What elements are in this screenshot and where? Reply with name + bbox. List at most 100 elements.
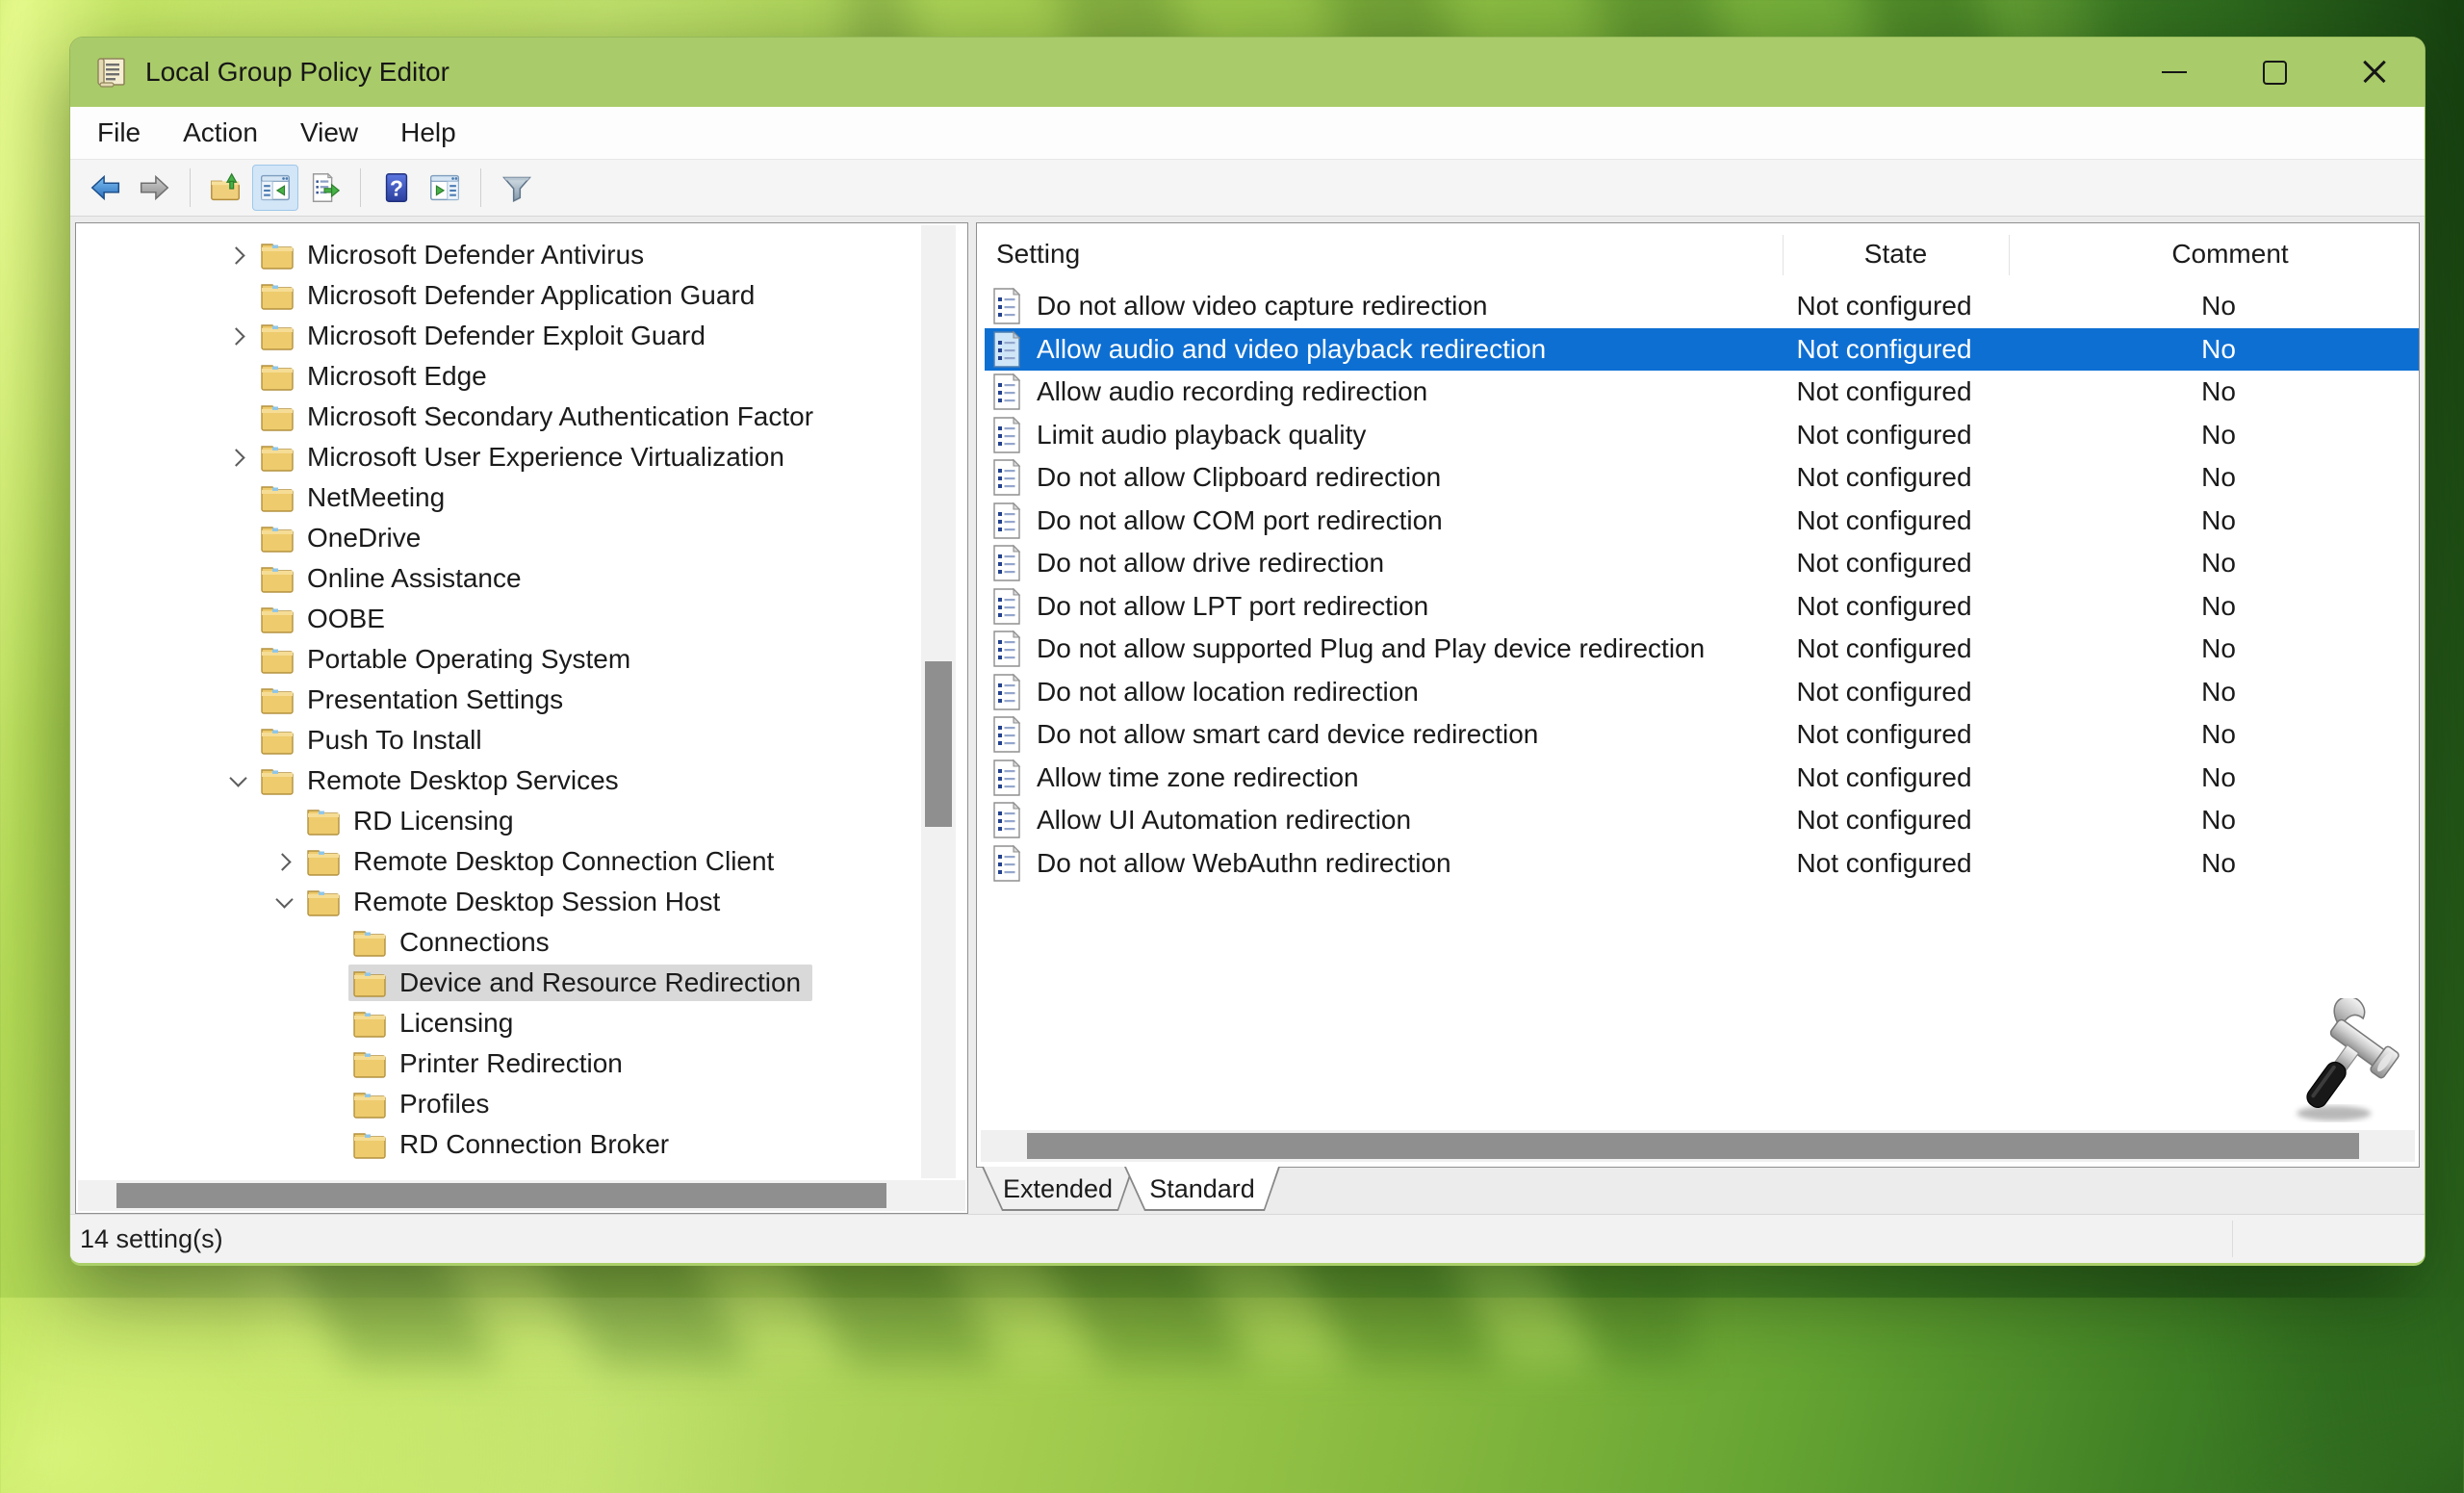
column-header-comment[interactable]: Comment	[2009, 239, 2420, 270]
chevron-icon[interactable]	[219, 451, 256, 464]
policy-setting: Do not allow smart card device redirecti…	[1023, 719, 1771, 750]
chevron-icon[interactable]	[219, 249, 256, 262]
policy-state: Not configured	[1771, 420, 1997, 450]
policy-setting: Do not allow LPT port redirection	[1023, 591, 1771, 622]
tree-item[interactable]: Device and Resource Redirection	[78, 963, 917, 1003]
close-button[interactable]	[2324, 38, 2425, 107]
title-bar[interactable]: Local Group Policy Editor	[70, 38, 2425, 107]
chevron-icon[interactable]	[266, 898, 302, 906]
tree-item[interactable]: Remote Desktop Services	[78, 760, 917, 801]
policy-row[interactable]: Limit audio playback quality Not configu…	[985, 414, 2419, 457]
export-list-button[interactable]	[302, 166, 346, 210]
menu-item[interactable]: Help	[379, 107, 477, 159]
tree-item[interactable]: Connections	[78, 922, 917, 963]
filter-button[interactable]	[495, 166, 539, 210]
policy-row[interactable]: Do not allow Clipboard redirection Not c…	[985, 456, 2419, 500]
chevron-icon[interactable]	[219, 777, 256, 785]
folder-icon	[306, 888, 341, 917]
minimize-button[interactable]	[2124, 38, 2224, 107]
help-button[interactable]: ?	[374, 166, 419, 210]
tree-item[interactable]: Online Assistance	[78, 558, 917, 599]
tree-vertical-scrollbar[interactable]	[921, 225, 956, 1178]
policy-comment: No	[1997, 334, 2420, 365]
tree-item[interactable]: Remote Desktop Connection Client	[78, 841, 917, 882]
folder-icon	[260, 322, 295, 351]
policy-state: Not configured	[1771, 762, 1997, 793]
tree-horizontal-scrollbar[interactable]	[78, 1180, 965, 1211]
policy-icon	[990, 630, 1023, 668]
tree-item[interactable]: Microsoft Secondary Authentication Facto…	[78, 397, 917, 437]
tree-item[interactable]: Microsoft User Experience Virtualization	[78, 437, 917, 477]
policy-row[interactable]: Do not allow drive redirection Not confi…	[985, 542, 2419, 585]
menu-item[interactable]: View	[279, 107, 379, 159]
view-tab[interactable]: Standard	[1124, 1167, 1280, 1211]
policy-comment: No	[1997, 719, 2420, 750]
policy-comment: No	[1997, 376, 2420, 407]
up-one-level-button[interactable]	[204, 166, 248, 210]
tree-item-label: OOBE	[307, 604, 385, 634]
show-hide-action-pane-button[interactable]	[423, 166, 467, 210]
policy-comment: No	[1997, 505, 2420, 536]
policy-row[interactable]: Do not allow WebAuthn redirection Not co…	[985, 842, 2419, 886]
tree-item[interactable]: Printer Redirection	[78, 1043, 917, 1084]
policy-row[interactable]: Allow UI Automation redirection Not conf…	[985, 799, 2419, 842]
policy-row[interactable]: Allow time zone redirection Not configur…	[985, 757, 2419, 800]
column-separator[interactable]	[2009, 235, 2010, 275]
tree-item[interactable]: OneDrive	[78, 518, 917, 558]
column-header-setting[interactable]: Setting	[977, 239, 1783, 270]
policy-row[interactable]: Allow audio recording redirection Not co…	[985, 371, 2419, 414]
show-hide-action-pane-icon	[426, 169, 463, 206]
tree-item[interactable]: Remote Desktop Session Host	[78, 882, 917, 922]
menu-bar: File Action View Help	[70, 107, 2425, 159]
menu-item[interactable]: Action	[162, 107, 279, 159]
forward-button[interactable]	[132, 166, 176, 210]
folder-icon	[352, 1009, 387, 1039]
tree-horizontal-scrollbar-thumb[interactable]	[116, 1183, 886, 1208]
tree-item[interactable]: NetMeeting	[78, 477, 917, 518]
tree-item[interactable]: Portable Operating System	[78, 639, 917, 680]
folder-icon	[260, 726, 295, 756]
column-separator[interactable]	[1783, 235, 1784, 275]
tree-item-label: Push To Install	[307, 725, 482, 756]
policy-row[interactable]: Do not allow COM port redirection Not co…	[985, 500, 2419, 543]
close-icon	[2362, 60, 2387, 85]
policy-row[interactable]: Do not allow video capture redirection N…	[985, 285, 2419, 328]
list-horizontal-scrollbar-thumb[interactable]	[1027, 1133, 2359, 1159]
tree-item[interactable]: Microsoft Defender Exploit Guard	[78, 316, 917, 356]
tree-item[interactable]: Push To Install	[78, 720, 917, 760]
view-tab[interactable]: Extended	[982, 1167, 1134, 1211]
tree-item[interactable]: Presentation Settings	[78, 680, 917, 720]
folder-icon	[260, 564, 295, 594]
tree-item[interactable]: OOBE	[78, 599, 917, 639]
chevron-icon[interactable]	[266, 856, 302, 868]
column-header-state[interactable]: State	[1783, 239, 2009, 270]
policy-comment: No	[1997, 420, 2420, 450]
tree-item-label: Device and Resource Redirection	[399, 967, 801, 998]
folder-icon	[260, 685, 295, 715]
list-horizontal-scrollbar[interactable]	[981, 1130, 2415, 1162]
show-hide-console-tree-button[interactable]	[252, 165, 298, 211]
tree-item-label: Microsoft Defender Application Guard	[307, 280, 755, 311]
back-button[interactable]	[84, 166, 128, 210]
tree-item[interactable]: RD Connection Broker	[78, 1124, 917, 1165]
tree-item[interactable]: RD Licensing	[78, 801, 917, 841]
tree-item-label: NetMeeting	[307, 482, 445, 513]
policy-row[interactable]: Allow audio and video playback redirecti…	[985, 328, 2419, 372]
tree-item-label: Remote Desktop Services	[307, 765, 619, 796]
tree-item-label: Portable Operating System	[307, 644, 630, 675]
maximize-button[interactable]	[2224, 38, 2324, 107]
policy-row[interactable]: Do not allow location redirection Not co…	[985, 671, 2419, 714]
folder-icon	[260, 443, 295, 473]
tree-item[interactable]: Profiles	[78, 1084, 917, 1124]
policy-row[interactable]: Do not allow smart card device redirecti…	[985, 713, 2419, 757]
policy-row[interactable]: Do not allow LPT port redirection Not co…	[985, 585, 2419, 629]
tree-item[interactable]: Microsoft Edge	[78, 356, 917, 397]
tree-item[interactable]: Microsoft Defender Application Guard	[78, 275, 917, 316]
folder-icon	[260, 483, 295, 513]
tree-item[interactable]: Microsoft Defender Antivirus	[78, 235, 917, 275]
policy-row[interactable]: Do not allow supported Plug and Play dev…	[985, 628, 2419, 671]
chevron-icon[interactable]	[219, 330, 256, 343]
tree-item[interactable]: Licensing	[78, 1003, 917, 1043]
tree-vertical-scrollbar-thumb[interactable]	[925, 661, 952, 827]
menu-item[interactable]: File	[76, 107, 162, 159]
